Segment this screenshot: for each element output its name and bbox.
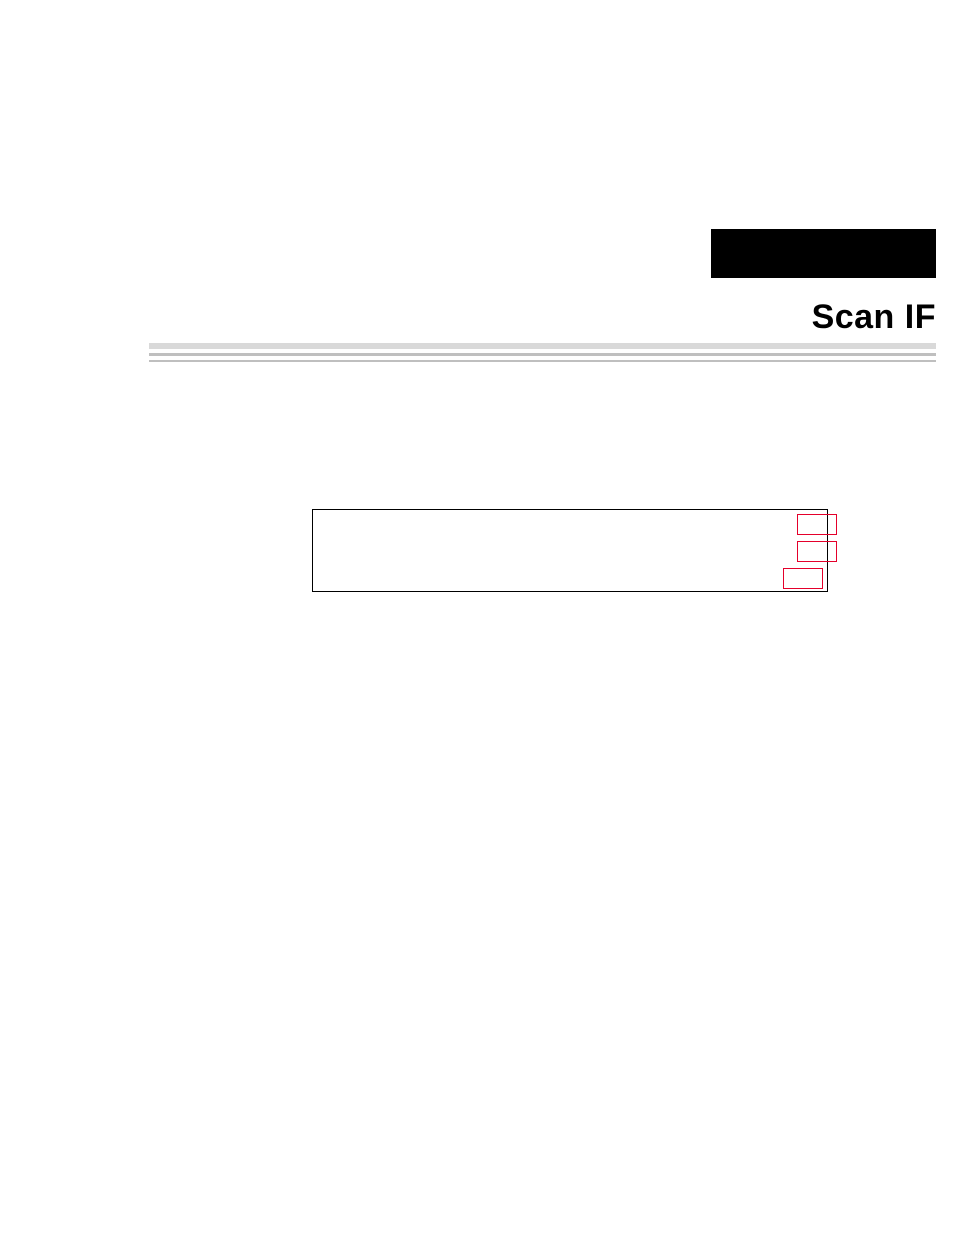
rule-thick [149,343,936,349]
rule-mid [149,353,936,356]
link-annotation-3[interactable] [783,568,823,589]
horizontal-rules [149,343,936,362]
content-box [312,509,828,592]
document-page: Scan IF [0,0,954,1235]
rule-thin [149,360,936,362]
link-annotation-2[interactable] [797,541,837,562]
chapter-bar [711,229,936,278]
link-annotation-1[interactable] [797,514,837,535]
page-title: Scan IF [812,298,936,337]
